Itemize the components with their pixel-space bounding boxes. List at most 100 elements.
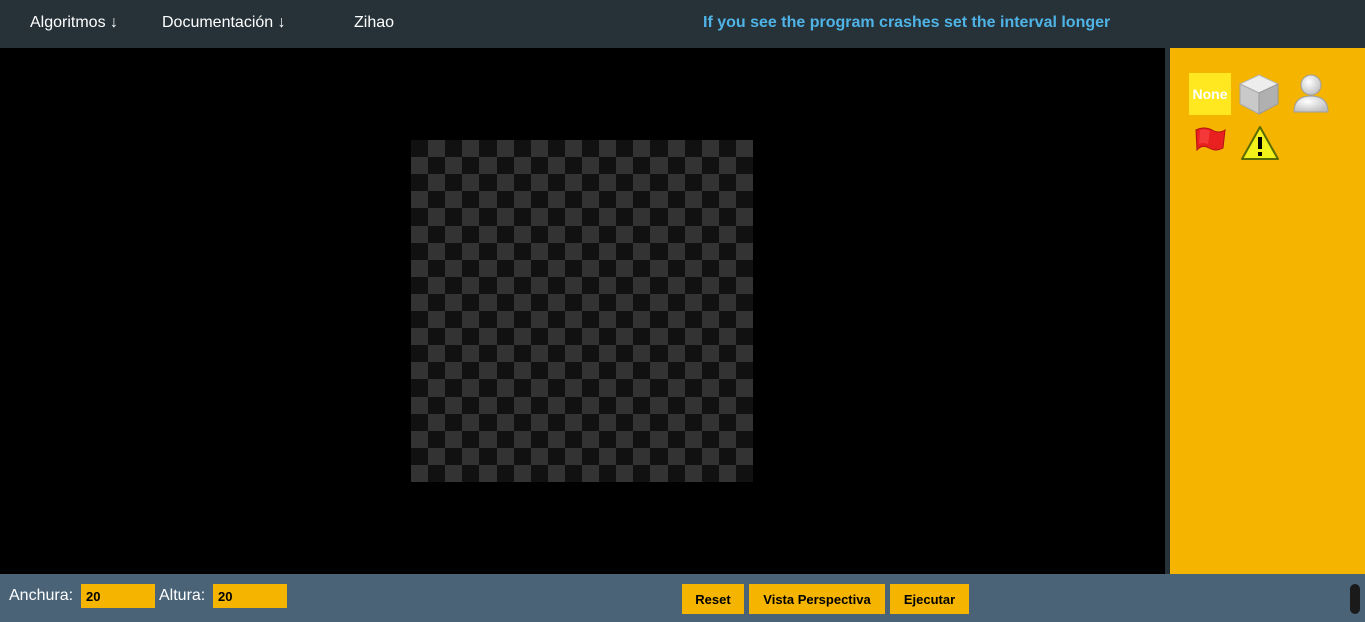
nav-algoritmos[interactable]: Algoritmos ↓ <box>30 14 118 32</box>
board-cell[interactable] <box>718 396 736 414</box>
board-cell[interactable] <box>462 396 480 414</box>
board-cell[interactable] <box>496 447 514 465</box>
board-cell[interactable] <box>582 447 600 465</box>
board-cell[interactable] <box>496 225 514 243</box>
run-button[interactable]: Ejecutar <box>890 584 969 614</box>
board-cell[interactable] <box>582 362 600 380</box>
board-cell[interactable] <box>684 311 702 329</box>
board-cell[interactable] <box>530 208 548 226</box>
board-cell[interactable] <box>428 191 446 209</box>
board-cell[interactable] <box>616 311 634 329</box>
board-cell[interactable] <box>582 276 600 294</box>
board-cell[interactable] <box>445 259 463 277</box>
board-cell[interactable] <box>701 157 719 175</box>
board-cell[interactable] <box>650 242 668 260</box>
board-cell[interactable] <box>701 396 719 414</box>
board-cell[interactable] <box>547 140 565 158</box>
board-cell[interactable] <box>513 379 531 397</box>
board-cell[interactable] <box>496 293 514 311</box>
board-cell[interactable] <box>718 242 736 260</box>
board-cell[interactable] <box>445 208 463 226</box>
board-cell[interactable] <box>411 140 429 158</box>
board-cell[interactable] <box>735 208 753 226</box>
board-cell[interactable] <box>667 259 685 277</box>
board-cell[interactable] <box>428 430 446 448</box>
board-cell[interactable] <box>735 430 753 448</box>
board-cell[interactable] <box>650 259 668 277</box>
board-cell[interactable] <box>462 447 480 465</box>
board-cell[interactable] <box>684 328 702 346</box>
board-cell[interactable] <box>496 311 514 329</box>
board-cell[interactable] <box>513 140 531 158</box>
board-cell[interactable] <box>582 311 600 329</box>
board-cell[interactable] <box>667 345 685 363</box>
board-cell[interactable] <box>564 345 582 363</box>
board-cell[interactable] <box>718 276 736 294</box>
board-cell[interactable] <box>650 276 668 294</box>
board-cell[interactable] <box>582 413 600 431</box>
board-cell[interactable] <box>684 447 702 465</box>
board-cell[interactable] <box>684 464 702 482</box>
height-input[interactable] <box>213 584 287 608</box>
board-cell[interactable] <box>582 242 600 260</box>
board-cell[interactable] <box>411 396 429 414</box>
board-cell[interactable] <box>650 174 668 192</box>
board-cell[interactable] <box>701 276 719 294</box>
board-cell[interactable] <box>718 191 736 209</box>
board-cell[interactable] <box>462 328 480 346</box>
board-cell[interactable] <box>445 242 463 260</box>
board-cell[interactable] <box>547 208 565 226</box>
board-cell[interactable] <box>701 464 719 482</box>
nav-documentacion[interactable]: Documentación ↓ <box>162 14 286 32</box>
warning-button[interactable] <box>1240 124 1282 166</box>
board-cell[interactable] <box>633 259 651 277</box>
board-cell[interactable] <box>496 396 514 414</box>
board-cell[interactable] <box>428 242 446 260</box>
board-cell[interactable] <box>616 379 634 397</box>
board-cell[interactable] <box>564 259 582 277</box>
board-cell[interactable] <box>479 328 497 346</box>
board-cell[interactable] <box>564 328 582 346</box>
board-cell[interactable] <box>411 413 429 431</box>
board-cell[interactable] <box>667 430 685 448</box>
board-cell[interactable] <box>445 328 463 346</box>
board-cell[interactable] <box>633 293 651 311</box>
board-cell[interactable] <box>411 345 429 363</box>
board-cell[interactable] <box>411 259 429 277</box>
board-cell[interactable] <box>564 293 582 311</box>
board-cell[interactable] <box>496 379 514 397</box>
board-cell[interactable] <box>684 430 702 448</box>
board-cell[interactable] <box>530 379 548 397</box>
board-cell[interactable] <box>513 396 531 414</box>
board-cell[interactable] <box>616 191 634 209</box>
board-cell[interactable] <box>530 464 548 482</box>
board-cell[interactable] <box>530 311 548 329</box>
board-cell[interactable] <box>633 174 651 192</box>
board-cell[interactable] <box>633 396 651 414</box>
board-cell[interactable] <box>496 208 514 226</box>
board-cell[interactable] <box>479 225 497 243</box>
board-cell[interactable] <box>428 225 446 243</box>
board-cell[interactable] <box>616 174 634 192</box>
board-cell[interactable] <box>718 413 736 431</box>
board-cell[interactable] <box>650 157 668 175</box>
board-cell[interactable] <box>684 140 702 158</box>
board-cell[interactable] <box>462 208 480 226</box>
board-cell[interactable] <box>479 396 497 414</box>
board-cell[interactable] <box>633 242 651 260</box>
board-cell[interactable] <box>445 174 463 192</box>
board-cell[interactable] <box>582 208 600 226</box>
wall-block-button[interactable] <box>1238 72 1280 115</box>
board-cell[interactable] <box>445 276 463 294</box>
board-cell[interactable] <box>582 345 600 363</box>
board-cell[interactable] <box>650 328 668 346</box>
board-cell[interactable] <box>428 413 446 431</box>
board-cell[interactable] <box>445 191 463 209</box>
board-cell[interactable] <box>564 174 582 192</box>
board-cell[interactable] <box>633 413 651 431</box>
board-cell[interactable] <box>479 379 497 397</box>
board-cell[interactable] <box>718 328 736 346</box>
board-cell[interactable] <box>496 174 514 192</box>
board-cell[interactable] <box>496 140 514 158</box>
board-cell[interactable] <box>479 447 497 465</box>
